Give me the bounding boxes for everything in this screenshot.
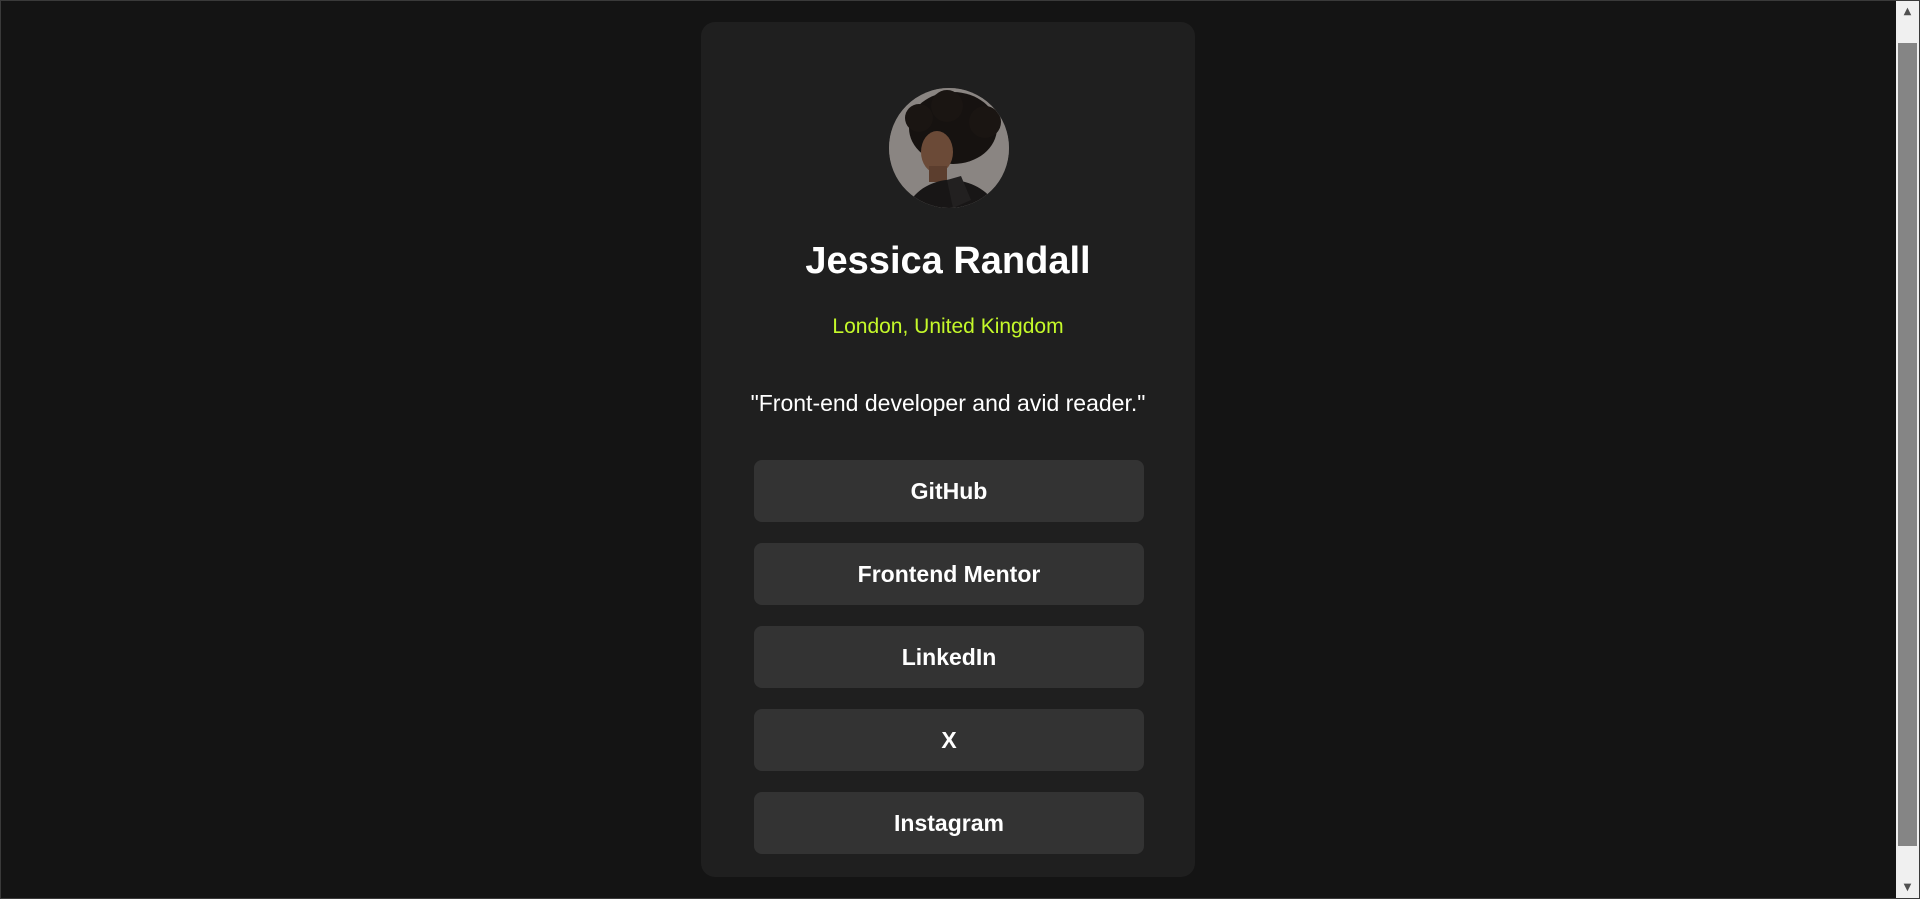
- profile-card: Jessica Randall London, United Kingdom "…: [701, 22, 1195, 877]
- vertical-scrollbar[interactable]: ▲ ▼: [1896, 1, 1919, 898]
- triangle-up-icon[interactable]: ▲: [1896, 1, 1919, 22]
- page-viewport: Jessica Randall London, United Kingdom "…: [0, 0, 1920, 899]
- linkedin-link-button[interactable]: LinkedIn: [754, 626, 1144, 688]
- profile-bio: "Front-end developer and avid reader.": [750, 390, 1146, 416]
- scrollbar-thumb[interactable]: [1898, 43, 1917, 846]
- profile-location: London, United Kingdom: [832, 315, 1064, 338]
- frontend-mentor-link-button[interactable]: Frontend Mentor: [754, 543, 1144, 605]
- x-link-button[interactable]: X: [754, 709, 1144, 771]
- instagram-link-button[interactable]: Instagram: [754, 792, 1144, 854]
- social-links-list: GitHub Frontend Mentor LinkedIn X Instag…: [754, 460, 1144, 875]
- github-link-button[interactable]: GitHub: [754, 460, 1144, 522]
- profile-name: Jessica Randall: [805, 240, 1091, 282]
- triangle-down-icon[interactable]: ▼: [1896, 877, 1919, 898]
- avatar-portrait-image: [889, 88, 1009, 208]
- profile-avatar: [889, 88, 1009, 208]
